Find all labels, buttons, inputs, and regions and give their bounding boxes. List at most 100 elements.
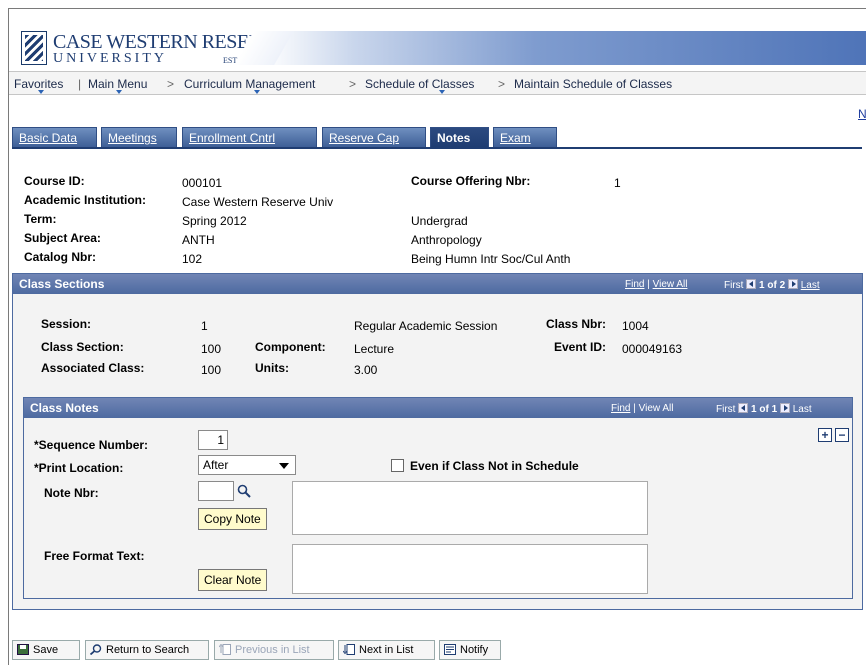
copy-note-button[interactable]: Copy Note bbox=[198, 508, 267, 530]
catalog-desc: Being Humn Intr Soc/Cul Anth bbox=[411, 252, 571, 266]
header-banner bbox=[264, 31, 866, 65]
view-all-link[interactable]: View All bbox=[653, 279, 688, 290]
event-id-value: 000049163 bbox=[622, 342, 683, 356]
nav-favorites[interactable]: Favorites bbox=[14, 77, 63, 91]
class-sections-title: Class Sections bbox=[19, 277, 105, 291]
free-format-text-label: Free Format Text: bbox=[44, 549, 145, 563]
print-location-select[interactable]: After bbox=[198, 455, 296, 475]
nav-schedule-of-classes[interactable]: Schedule of Classes bbox=[365, 77, 474, 91]
class-sections-panel: Class Sections Find | View All First 1 o… bbox=[12, 273, 863, 610]
first-link: First bbox=[724, 280, 744, 291]
previous-arrow-icon bbox=[738, 403, 749, 413]
career-value: Undergrad bbox=[411, 214, 468, 228]
next-in-list-button[interactable]: Next in List bbox=[338, 640, 435, 660]
chevron-down-icon[interactable] bbox=[116, 90, 122, 94]
search-icon[interactable] bbox=[237, 484, 251, 498]
next-list-icon bbox=[343, 644, 355, 655]
session-value: 1 bbox=[201, 319, 208, 333]
session-desc: Regular Academic Session bbox=[354, 319, 498, 333]
notes-count: 1 of 1 bbox=[751, 404, 778, 415]
previous-arrow-icon[interactable] bbox=[746, 279, 757, 289]
institution-value: Case Western Reserve Univ bbox=[182, 195, 334, 209]
search-return-icon bbox=[90, 644, 102, 655]
header: CASE WESTERN RESERVE UNIVERSITY EST. 182… bbox=[9, 9, 866, 71]
save-label: Save bbox=[33, 644, 59, 656]
previous-list-icon bbox=[219, 644, 231, 655]
tab-basic-data[interactable]: Basic Data bbox=[12, 127, 97, 147]
sequence-number-input[interactable] bbox=[198, 430, 228, 450]
associated-class-value: 100 bbox=[201, 363, 222, 377]
notes-find-link[interactable]: Find bbox=[611, 403, 630, 414]
event-id-label: Event ID: bbox=[554, 340, 607, 354]
class-section-label: Class Section: bbox=[41, 340, 124, 354]
catalog-label: Catalog Nbr: bbox=[24, 250, 96, 264]
term-value: Spring 2012 bbox=[182, 214, 247, 228]
tab-notes[interactable]: Notes bbox=[430, 127, 489, 147]
return-to-search-button[interactable]: Return to Search bbox=[85, 640, 209, 660]
course-id-label: Course ID: bbox=[24, 174, 85, 188]
course-offering-value: 1 bbox=[614, 176, 621, 190]
previous-in-list-button: Previous in List bbox=[214, 640, 334, 660]
units-label: Units: bbox=[255, 361, 289, 375]
term-label: Term: bbox=[24, 212, 57, 226]
new-window-link[interactable]: N bbox=[858, 107, 866, 121]
note-nbr-label: Note Nbr: bbox=[44, 486, 99, 500]
note-text-area[interactable] bbox=[292, 481, 648, 535]
catalog-value: 102 bbox=[182, 252, 203, 266]
next-arrow-icon bbox=[779, 403, 790, 413]
even-if-not-scheduled-checkbox[interactable] bbox=[391, 459, 404, 472]
associated-class-label: Associated Class: bbox=[41, 361, 145, 375]
tab-reserve-cap[interactable]: Reserve Cap bbox=[322, 127, 426, 147]
find-link[interactable]: Find bbox=[625, 279, 644, 290]
print-location-value: After bbox=[203, 458, 229, 472]
save-button[interactable]: Save bbox=[12, 640, 80, 660]
clear-note-button[interactable]: Clear Note bbox=[198, 569, 268, 591]
notes-first: First bbox=[716, 404, 736, 415]
chevron-down-icon[interactable] bbox=[38, 90, 44, 94]
tab-exam[interactable]: Exam bbox=[493, 127, 557, 147]
notify-label: Notify bbox=[460, 644, 489, 656]
course-id-value: 000101 bbox=[182, 176, 223, 190]
free-format-text-area[interactable] bbox=[292, 544, 648, 594]
print-location-label: *Print Location: bbox=[34, 461, 124, 475]
subject-desc: Anthropology bbox=[411, 233, 482, 247]
notify-button[interactable]: Notify bbox=[439, 640, 501, 660]
sequence-number-label: *Sequence Number: bbox=[34, 438, 149, 452]
breadcrumb: Favorites | Main Menu > Curriculum Manag… bbox=[9, 71, 866, 95]
notes-view-all: View All bbox=[638, 403, 674, 414]
component-value: Lecture bbox=[354, 342, 395, 356]
subject-value: ANTH bbox=[182, 233, 215, 247]
class-nbr-value: 1004 bbox=[622, 319, 649, 333]
nav-curriculum-management[interactable]: Curriculum Management bbox=[184, 77, 315, 91]
class-section-value: 100 bbox=[201, 342, 222, 356]
tab-bar: Basic Data Meetings Enrollment Cntrl Res… bbox=[12, 127, 862, 149]
class-sections-header: Class Sections Find | View All First 1 o… bbox=[13, 274, 862, 294]
tab-meetings[interactable]: Meetings bbox=[101, 127, 177, 147]
session-label: Session: bbox=[41, 317, 92, 331]
section-count: 1 of 2 bbox=[759, 280, 786, 291]
nav-maintain-schedule[interactable]: Maintain Schedule of Classes bbox=[514, 77, 672, 91]
tab-enrollment-cntrl[interactable]: Enrollment Cntrl bbox=[182, 127, 317, 147]
notes-last: Last bbox=[792, 404, 812, 415]
chevron-down-icon[interactable] bbox=[254, 90, 260, 94]
last-link[interactable]: Last bbox=[801, 280, 820, 291]
logo-line2: UNIVERSITY bbox=[53, 51, 167, 66]
even-if-not-scheduled-label: Even if Class Not in Schedule bbox=[410, 459, 579, 473]
note-nbr-input[interactable] bbox=[198, 481, 234, 501]
subject-label: Subject Area: bbox=[24, 231, 101, 245]
class-notes-panel: Class Notes Find | View All First 1 of 1… bbox=[23, 397, 853, 599]
next-arrow-icon[interactable] bbox=[787, 279, 798, 289]
save-icon bbox=[17, 644, 29, 655]
return-to-search-label: Return to Search bbox=[106, 644, 190, 656]
add-row-button[interactable]: + bbox=[818, 428, 832, 442]
course-offering-label: Course Offering Nbr: bbox=[411, 174, 531, 188]
delete-row-button[interactable]: − bbox=[835, 428, 849, 442]
shield-icon bbox=[21, 31, 47, 65]
next-in-list-label: Next in List bbox=[359, 644, 414, 656]
institution-label: Academic Institution: bbox=[24, 193, 147, 207]
class-nbr-label: Class Nbr: bbox=[546, 317, 607, 331]
nav-main-menu[interactable]: Main Menu bbox=[88, 77, 147, 91]
chevron-down-icon[interactable] bbox=[439, 90, 445, 94]
component-label: Component: bbox=[255, 340, 326, 354]
class-notes-header: Class Notes Find | View All First 1 of 1… bbox=[24, 398, 852, 418]
